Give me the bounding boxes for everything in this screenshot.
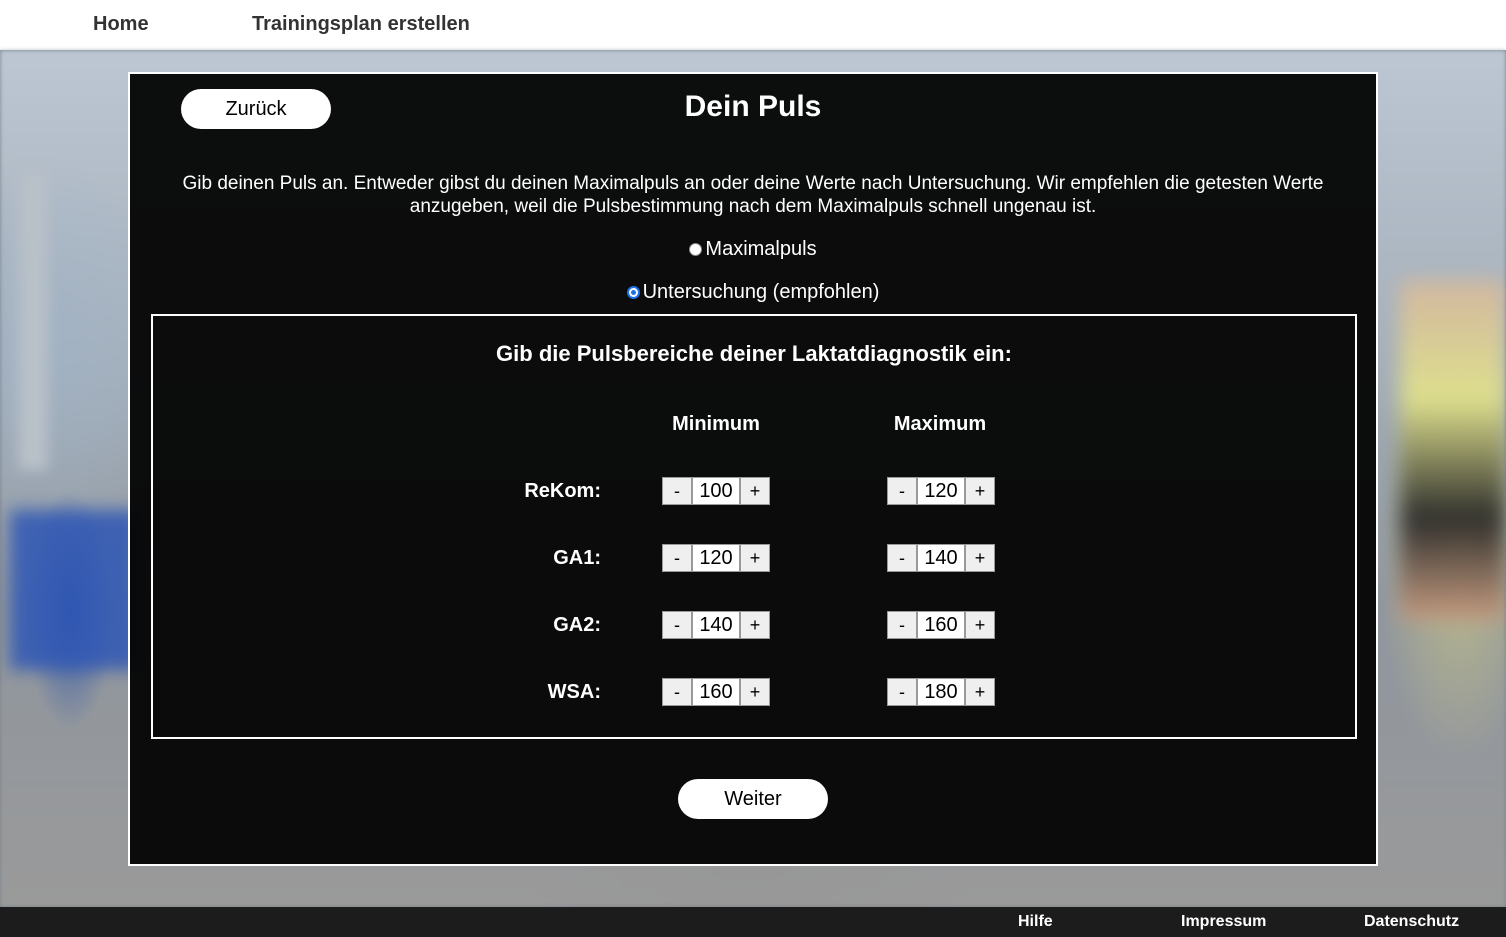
zone-label-ga1: GA1:	[553, 547, 601, 569]
option-untersuchung-label: Untersuchung (empfohlen)	[642, 281, 880, 303]
decrement-button[interactable]: -	[887, 544, 917, 572]
option-maxpuls-label: Maximalpuls	[705, 238, 817, 260]
footer-imprint-link[interactable]: Impressum	[1181, 913, 1266, 931]
pulse-panel: Zurück Dein Puls Gib deinen Puls an. Ent…	[128, 72, 1378, 866]
rekom-max-input[interactable]	[917, 477, 965, 505]
ga1-min-input[interactable]	[692, 544, 740, 572]
ga2-max-input[interactable]	[917, 611, 965, 639]
increment-button[interactable]: +	[965, 477, 995, 505]
option-maxpuls[interactable]: Maximalpuls	[130, 238, 1376, 261]
zones-box: Gib die Pulsbereiche deiner Laktatdiagno…	[151, 314, 1357, 739]
increment-button[interactable]: +	[965, 611, 995, 639]
background-tower-shape	[18, 170, 48, 470]
background-banner-shape	[10, 510, 140, 670]
ga2-min-input[interactable]	[692, 611, 740, 639]
zone-label-ga2: GA2:	[553, 614, 601, 636]
page-title: Dein Puls	[684, 90, 822, 123]
decrement-button[interactable]: -	[662, 611, 692, 639]
wsa-min-stepper: - +	[662, 678, 770, 706]
footer-help-link[interactable]: Hilfe	[1018, 913, 1053, 931]
zone-label-wsa: WSA:	[547, 681, 601, 703]
ga2-min-stepper: - +	[662, 611, 770, 639]
decrement-button[interactable]: -	[662, 477, 692, 505]
decrement-button[interactable]: -	[887, 678, 917, 706]
option-untersuchung[interactable]: Untersuchung (empfohlen)	[130, 281, 1376, 304]
intro-text: Gib deinen Puls an. Entweder gibst du de…	[182, 173, 1324, 217]
increment-button[interactable]: +	[965, 544, 995, 572]
ga2-max-stepper: - +	[887, 611, 995, 639]
decrement-button[interactable]: -	[662, 544, 692, 572]
wsa-min-input[interactable]	[692, 678, 740, 706]
nav-create-plan-link[interactable]: Trainingsplan erstellen	[252, 13, 470, 36]
ga1-max-stepper: - +	[887, 544, 995, 572]
decrement-button[interactable]: -	[887, 611, 917, 639]
wsa-max-stepper: - +	[887, 678, 995, 706]
zone-label-rekom: ReKom:	[524, 480, 601, 502]
radio-maxpuls[interactable]	[689, 243, 703, 256]
increment-button[interactable]: +	[740, 611, 770, 639]
footer: Hilfe Impressum Datenschutz	[0, 907, 1506, 937]
wsa-max-input[interactable]	[917, 678, 965, 706]
radio-untersuchung[interactable]	[626, 286, 640, 299]
rekom-min-input[interactable]	[692, 477, 740, 505]
rekom-min-stepper: - +	[662, 477, 770, 505]
background-runner-shape	[1400, 280, 1506, 620]
top-navigation: Home Trainingsplan erstellen	[0, 0, 1506, 50]
ga1-max-input[interactable]	[917, 544, 965, 572]
next-button[interactable]: Weiter	[678, 779, 828, 819]
ga1-min-stepper: - +	[662, 544, 770, 572]
zones-title: Gib die Pulsbereiche deiner Laktatdiagno…	[496, 341, 1012, 366]
increment-button[interactable]: +	[965, 678, 995, 706]
nav-home-link[interactable]: Home	[93, 13, 149, 36]
decrement-button[interactable]: -	[887, 477, 917, 505]
increment-button[interactable]: +	[740, 678, 770, 706]
increment-button[interactable]: +	[740, 477, 770, 505]
decrement-button[interactable]: -	[662, 678, 692, 706]
column-header-maximum: Maximum	[893, 413, 987, 435]
column-header-minimum: Minimum	[672, 413, 760, 435]
footer-privacy-link[interactable]: Datenschutz	[1364, 913, 1459, 931]
rekom-max-stepper: - +	[887, 477, 995, 505]
increment-button[interactable]: +	[740, 544, 770, 572]
